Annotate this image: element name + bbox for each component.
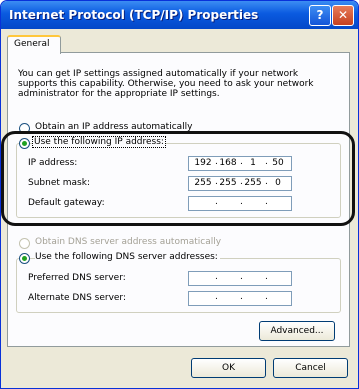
subnet-mask-label: Subnet mask: (28, 178, 90, 188)
default-gateway-input[interactable]: ... (188, 196, 292, 211)
alternate-dns-input[interactable]: ... (188, 291, 292, 306)
help-button[interactable]: ? (309, 5, 331, 26)
tab-general-label: General (14, 39, 50, 49)
title-bar: Internet Protocol (TCP/IP) Properties ? … (1, 1, 358, 29)
subnet-mask-input[interactable]: 255. 255. 255. 0 (188, 176, 292, 191)
use-following-dns-radio[interactable] (19, 253, 30, 264)
obtain-dns-auto-radio[interactable] (19, 238, 30, 249)
window-title: Internet Protocol (TCP/IP) Properties (9, 8, 259, 22)
tcpip-properties-dialog: Internet Protocol (TCP/IP) Properties ? … (0, 0, 359, 389)
ip-address-input[interactable]: 192. 168. 1. 50 (188, 156, 292, 171)
advanced-button[interactable]: Advanced... (259, 321, 335, 341)
dns-group (16, 258, 341, 313)
preferred-dns-label: Preferred DNS server: (28, 273, 126, 283)
close-button[interactable]: ✕ (332, 5, 354, 26)
use-following-ip-label: Use the following IP address: (32, 136, 166, 148)
obtain-ip-auto-label: Obtain an IP address automatically (35, 122, 193, 132)
general-panel: You can get IP settings assigned automat… (7, 52, 350, 347)
preferred-dns-input[interactable]: ... (188, 271, 292, 286)
ip-address-label: IP address: (28, 158, 78, 168)
ok-button[interactable]: OK (191, 358, 266, 378)
intro-text: You can get IP settings assigned automat… (18, 69, 314, 99)
use-following-dns-label: Use the following DNS server addresses: (35, 252, 220, 262)
default-gateway-label: Default gateway: (28, 198, 105, 208)
obtain-dns-auto-label: Obtain DNS server address automatically (35, 237, 222, 247)
obtain-ip-auto-radio[interactable] (19, 123, 30, 134)
cancel-button[interactable]: Cancel (273, 358, 348, 378)
alternate-dns-label: Alternate DNS server: (28, 293, 127, 303)
tab-general[interactable]: General (7, 35, 61, 54)
use-following-ip-radio[interactable] (19, 138, 30, 149)
